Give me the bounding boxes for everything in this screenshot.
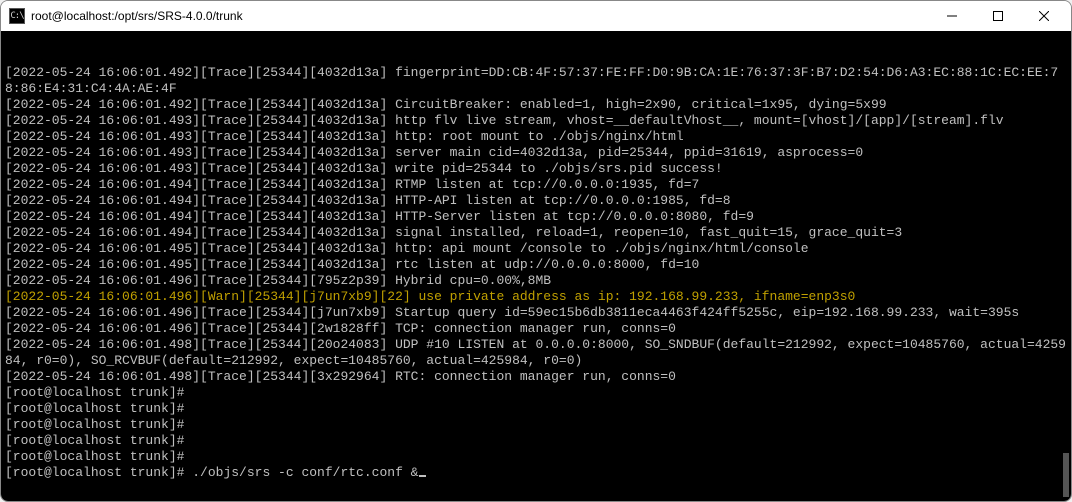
- terminal-line: [root@localhost trunk]#: [5, 417, 1067, 433]
- terminal-line: [2022-05-24 16:06:01.492][Trace][25344][…: [5, 97, 1067, 113]
- maximize-icon: [993, 11, 1003, 21]
- minimize-icon: [947, 11, 957, 21]
- terminal-line: [2022-05-24 16:06:01.496][Warn][25344][j…: [5, 289, 1067, 305]
- terminal-line: [2022-05-24 16:06:01.494][Trace][25344][…: [5, 225, 1067, 241]
- app-window: C:\ root@localhost:/opt/srs/SRS-4.0.0/tr…: [0, 0, 1072, 502]
- terminal-line: [root@localhost trunk]#: [5, 401, 1067, 417]
- titlebar[interactable]: C:\ root@localhost:/opt/srs/SRS-4.0.0/tr…: [1, 1, 1071, 31]
- shell-prompt: [root@localhost trunk]#: [5, 465, 192, 480]
- terminal-line: [2022-05-24 16:06:01.496][Trace][25344][…: [5, 321, 1067, 337]
- scrollbar-thumb[interactable]: [1063, 453, 1069, 497]
- minimize-button[interactable]: [929, 1, 975, 31]
- terminal-line: [2022-05-24 16:06:01.494][Trace][25344][…: [5, 177, 1067, 193]
- terminal-app-icon: C:\: [9, 8, 25, 24]
- window-title: root@localhost:/opt/srs/SRS-4.0.0/trunk: [31, 9, 243, 23]
- terminal-line: [2022-05-24 16:06:01.494][Trace][25344][…: [5, 193, 1067, 209]
- terminal-line: [2022-05-24 16:06:01.493][Trace][25344][…: [5, 161, 1067, 177]
- terminal-active-line[interactable]: [root@localhost trunk]# ./objs/srs -c co…: [5, 465, 1067, 481]
- shell-command: ./objs/srs -c conf/rtc.conf &: [192, 465, 418, 480]
- terminal-line: [root@localhost trunk]#: [5, 449, 1067, 465]
- terminal-line: [2022-05-24 16:06:01.494][Trace][25344][…: [5, 209, 1067, 225]
- terminal-line: [2022-05-24 16:06:01.496][Trace][25344][…: [5, 305, 1067, 321]
- terminal-output[interactable]: [2022-05-24 16:06:01.492][Trace][25344][…: [1, 31, 1071, 501]
- terminal-line: [2022-05-24 16:06:01.493][Trace][25344][…: [5, 129, 1067, 145]
- terminal-line: [root@localhost trunk]#: [5, 385, 1067, 401]
- terminal-line: [2022-05-24 16:06:01.498][Trace][25344][…: [5, 337, 1067, 369]
- terminal-line: [root@localhost trunk]#: [5, 433, 1067, 449]
- terminal-line: [2022-05-24 16:06:01.493][Trace][25344][…: [5, 145, 1067, 161]
- terminal-line: [2022-05-24 16:06:01.495][Trace][25344][…: [5, 241, 1067, 257]
- cursor: [419, 475, 426, 477]
- close-button[interactable]: [1021, 1, 1067, 31]
- terminal-line: [2022-05-24 16:06:01.493][Trace][25344][…: [5, 113, 1067, 129]
- close-icon: [1039, 11, 1049, 21]
- maximize-button[interactable]: [975, 1, 1021, 31]
- terminal-line: [2022-05-24 16:06:01.496][Trace][25344][…: [5, 273, 1067, 289]
- terminal-line: [2022-05-24 16:06:01.495][Trace][25344][…: [5, 257, 1067, 273]
- terminal-line: [2022-05-24 16:06:01.492][Trace][25344][…: [5, 65, 1067, 97]
- scrollbar[interactable]: [1063, 31, 1069, 501]
- terminal-line: [2022-05-24 16:06:01.498][Trace][25344][…: [5, 369, 1067, 385]
